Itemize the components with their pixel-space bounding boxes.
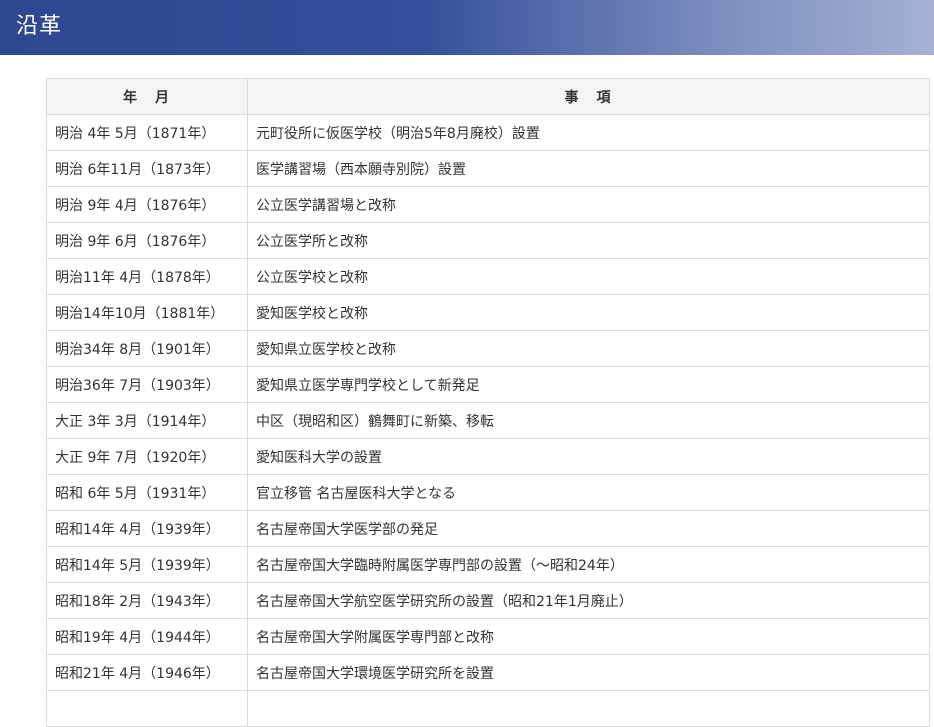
table-row: 明治 9年 4月（1876年） 公立医学講習場と改称 [46, 186, 930, 223]
row-date: 明治36年 7月（1903年） [46, 366, 248, 403]
row-event: 愛知医科大学の設置 [247, 438, 930, 475]
table-row: 明治 9年 6月（1876年） 公立医学所と改称 [46, 222, 930, 259]
row-date [46, 690, 248, 727]
row-date: 昭和18年 2月（1943年） [46, 582, 248, 619]
row-date: 大正 9年 7月（1920年） [46, 438, 248, 475]
table-row: 明治36年 7月（1903年） 愛知県立医学専門学校として新発足 [46, 366, 930, 403]
table-row: 明治34年 8月（1901年） 愛知県立医学校と改称 [46, 330, 930, 367]
row-event: 愛知県立医学校と改称 [247, 330, 930, 367]
page-title: 沿革 [16, 14, 63, 39]
table-row: 昭和14年 4月（1939年） 名古屋帝国大学医学部の発足 [46, 510, 930, 547]
row-date: 大正 3年 3月（1914年） [46, 402, 248, 439]
row-date: 昭和14年 4月（1939年） [46, 510, 248, 547]
row-date: 明治 9年 6月（1876年） [46, 222, 248, 259]
column-header-date: 年 月 [46, 78, 248, 115]
row-date: 明治 9年 4月（1876年） [46, 186, 248, 223]
row-date: 明治14年10月（1881年） [46, 294, 248, 331]
history-table: 年 月 事 項 明治 4年 5月（1871年） 元町役所に仮医学校（明治5年8月… [46, 78, 930, 727]
table-row: 明治14年10月（1881年） 愛知医学校と改称 [46, 294, 930, 331]
table-row: 昭和14年 5月（1939年） 名古屋帝国大学臨時附属医学専門部の設置（～昭和2… [46, 546, 930, 583]
row-event: 公立医学校と改称 [247, 258, 930, 295]
table-row: 大正 9年 7月（1920年） 愛知医科大学の設置 [46, 438, 930, 475]
column-header-event: 事 項 [247, 78, 930, 115]
table-row: 昭和18年 2月（1943年） 名古屋帝国大学航空医学研究所の設置（昭和21年1… [46, 582, 930, 619]
row-date: 明治34年 8月（1901年） [46, 330, 248, 367]
table-row: 大正 3年 3月（1914年） 中区（現昭和区）鶴舞町に新築、移転 [46, 402, 930, 439]
row-date: 明治 6年11月（1873年） [46, 150, 248, 187]
row-event: 名古屋帝国大学航空医学研究所の設置（昭和21年1月廃止） [247, 582, 930, 619]
table-row: 明治 6年11月（1873年） 医学講習場（西本願寺別院）設置 [46, 150, 930, 187]
row-event: 官立移管 名古屋医科大学となる [247, 474, 930, 511]
row-event: 元町役所に仮医学校（明治5年8月廃校）設置 [247, 114, 930, 151]
row-date: 昭和21年 4月（1946年） [46, 654, 248, 691]
row-date: 昭和14年 5月（1939年） [46, 546, 248, 583]
row-event: 名古屋帝国大学臨時附属医学専門部の設置（～昭和24年） [247, 546, 930, 583]
row-date: 昭和19年 4月（1944年） [46, 618, 248, 655]
row-event: 愛知県立医学専門学校として新発足 [247, 366, 930, 403]
row-event: 名古屋帝国大学環境医学研究所を設置 [247, 654, 930, 691]
row-event: 愛知医学校と改称 [247, 294, 930, 331]
row-event: 中区（現昭和区）鶴舞町に新築、移転 [247, 402, 930, 439]
row-event: 名古屋帝国大学医学部の発足 [247, 510, 930, 547]
table-row: 昭和19年 4月（1944年） 名古屋帝国大学附属医学専門部と改称 [46, 618, 930, 655]
table-row [46, 690, 930, 727]
row-event: 公立医学講習場と改称 [247, 186, 930, 223]
history-table-container: 年 月 事 項 明治 4年 5月（1871年） 元町役所に仮医学校（明治5年8月… [46, 78, 930, 727]
table-row: 明治 4年 5月（1871年） 元町役所に仮医学校（明治5年8月廃校）設置 [46, 114, 930, 151]
row-event: 名古屋帝国大学附属医学専門部と改称 [247, 618, 930, 655]
row-event: 医学講習場（西本願寺別院）設置 [247, 150, 930, 187]
table-row: 昭和 6年 5月（1931年） 官立移管 名古屋医科大学となる [46, 474, 930, 511]
table-row: 明治11年 4月（1878年） 公立医学校と改称 [46, 258, 930, 295]
table-row: 昭和21年 4月（1946年） 名古屋帝国大学環境医学研究所を設置 [46, 654, 930, 691]
row-date: 昭和 6年 5月（1931年） [46, 474, 248, 511]
row-date: 明治 4年 5月（1871年） [46, 114, 248, 151]
row-event: 公立医学所と改称 [247, 222, 930, 259]
page-header: 沿革 [0, 0, 934, 55]
row-event [247, 690, 930, 727]
row-date: 明治11年 4月（1878年） [46, 258, 248, 295]
table-header-row: 年 月 事 項 [46, 78, 930, 115]
